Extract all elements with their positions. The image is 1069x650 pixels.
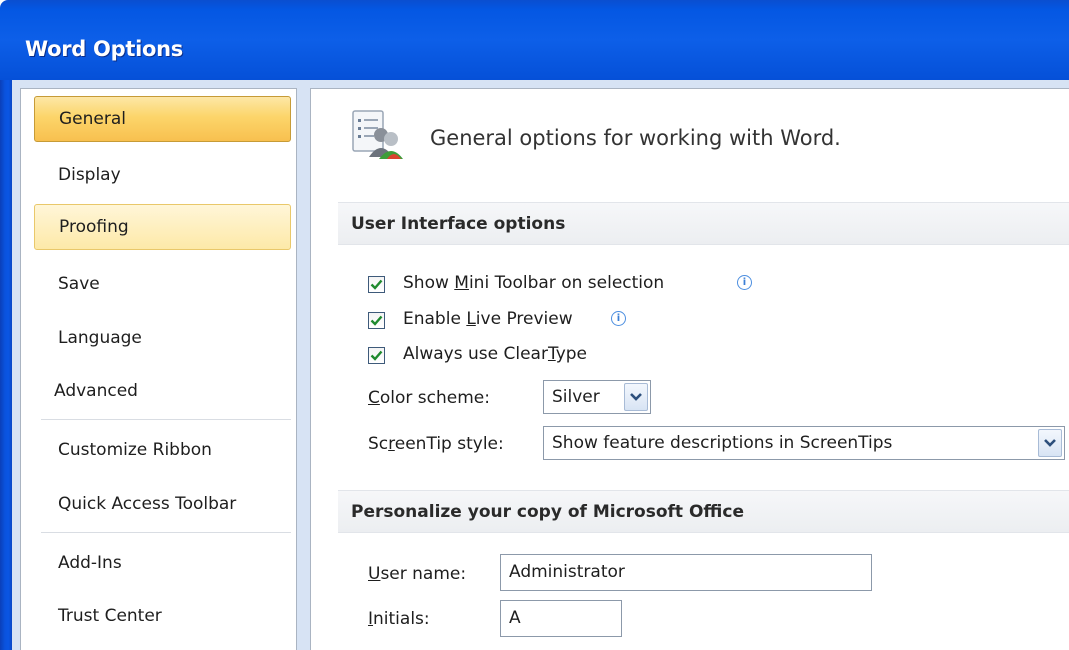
initials-input[interactable]: A — [500, 600, 622, 637]
mini-toolbar-checkbox[interactable] — [368, 276, 385, 293]
label-text: Enable — [403, 309, 467, 329]
label-text: Sc — [368, 434, 389, 454]
nav-separator — [41, 419, 291, 420]
screentip-style-select[interactable]: Show feature descriptions in ScreenTips — [543, 426, 1065, 460]
nav-item-label: Quick Access Toolbar — [58, 494, 237, 514]
check-icon — [370, 350, 383, 361]
page-heading: General options for working with Word. — [430, 126, 841, 150]
access-key: r — [388, 434, 395, 454]
window-title: Word Options — [25, 37, 183, 61]
dropdown-button[interactable] — [624, 383, 648, 411]
nav-item-language[interactable]: Language — [34, 315, 291, 361]
chevron-down-icon — [1044, 439, 1056, 447]
label-text: Show — [403, 273, 455, 293]
nav-item-label: Display — [58, 165, 121, 185]
title-bar[interactable]: Word Options — [0, 0, 1069, 80]
label-text: ini Toolbar on selection — [468, 273, 665, 293]
check-icon — [370, 315, 383, 326]
label-text: nitials: — [373, 609, 430, 629]
cleartype-label[interactable]: Always use ClearType — [403, 344, 587, 364]
access-key: U — [368, 564, 381, 584]
color-scheme-label: Color scheme: — [368, 388, 490, 408]
general-options-icon — [352, 110, 403, 159]
color-scheme-select[interactable]: Silver — [543, 380, 651, 414]
nav-item-label: Add-Ins — [58, 553, 122, 573]
label-text: ive Preview — [475, 309, 573, 329]
nav-item-customize-ribbon[interactable]: Customize Ribbon — [34, 427, 291, 473]
section-header-ui-options: User Interface options — [338, 202, 1069, 245]
label-text: olor scheme: — [379, 388, 490, 408]
access-key: L — [466, 309, 476, 329]
chevron-down-icon — [630, 393, 642, 401]
info-icon[interactable]: i — [737, 275, 752, 290]
access-key: T — [547, 344, 556, 364]
select-value: Silver — [552, 387, 600, 407]
nav-item-label: General — [59, 109, 126, 129]
nav-item-label: Save — [58, 274, 100, 294]
nav-item-general[interactable]: General — [34, 96, 291, 142]
live-preview-label[interactable]: Enable Live Preview — [403, 309, 573, 329]
label-text: Always use Clear — [403, 344, 548, 364]
info-icon[interactable]: i — [611, 311, 626, 326]
nav-item-label: Language — [58, 328, 142, 348]
nav-item-display[interactable]: Display — [34, 152, 291, 198]
label-text: ser name: — [380, 564, 467, 584]
nav-item-advanced[interactable]: Advanced — [34, 368, 291, 414]
nav-item-label: Advanced — [54, 381, 138, 401]
options-nav-pane: General Display Proofing Save Language A… — [20, 88, 297, 650]
screentip-style-label: ScreenTip style: — [368, 434, 504, 454]
nav-item-proofing[interactable]: Proofing — [34, 204, 291, 250]
check-icon — [370, 279, 383, 290]
live-preview-checkbox[interactable] — [368, 312, 385, 329]
nav-item-label: Trust Center — [58, 606, 162, 626]
mini-toolbar-label[interactable]: Show Mini Toolbar on selection — [403, 273, 664, 293]
nav-item-quick-access-toolbar[interactable]: Quick Access Toolbar — [34, 481, 291, 527]
select-value: Show feature descriptions in ScreenTips — [552, 433, 893, 453]
initials-label: Initials: — [368, 609, 430, 629]
nav-item-label: Proofing — [59, 217, 129, 237]
label-text: eenTip style: — [394, 434, 504, 454]
dropdown-button[interactable] — [1038, 429, 1062, 457]
nav-item-save[interactable]: Save — [34, 261, 291, 307]
user-name-input[interactable]: Administrator — [500, 554, 872, 591]
cleartype-checkbox[interactable] — [368, 347, 385, 364]
nav-separator — [41, 532, 291, 533]
nav-item-label: Customize Ribbon — [58, 440, 212, 460]
nav-item-add-ins[interactable]: Add-Ins — [34, 540, 291, 586]
nav-item-trust-center[interactable]: Trust Center — [34, 593, 291, 639]
window-frame-left — [0, 80, 12, 650]
access-key: M — [454, 273, 469, 293]
label-text: ype — [555, 344, 588, 364]
user-name-label: User name: — [368, 564, 466, 584]
access-key: C — [368, 388, 380, 408]
section-header-personalize: Personalize your copy of Microsoft Offic… — [338, 490, 1069, 533]
